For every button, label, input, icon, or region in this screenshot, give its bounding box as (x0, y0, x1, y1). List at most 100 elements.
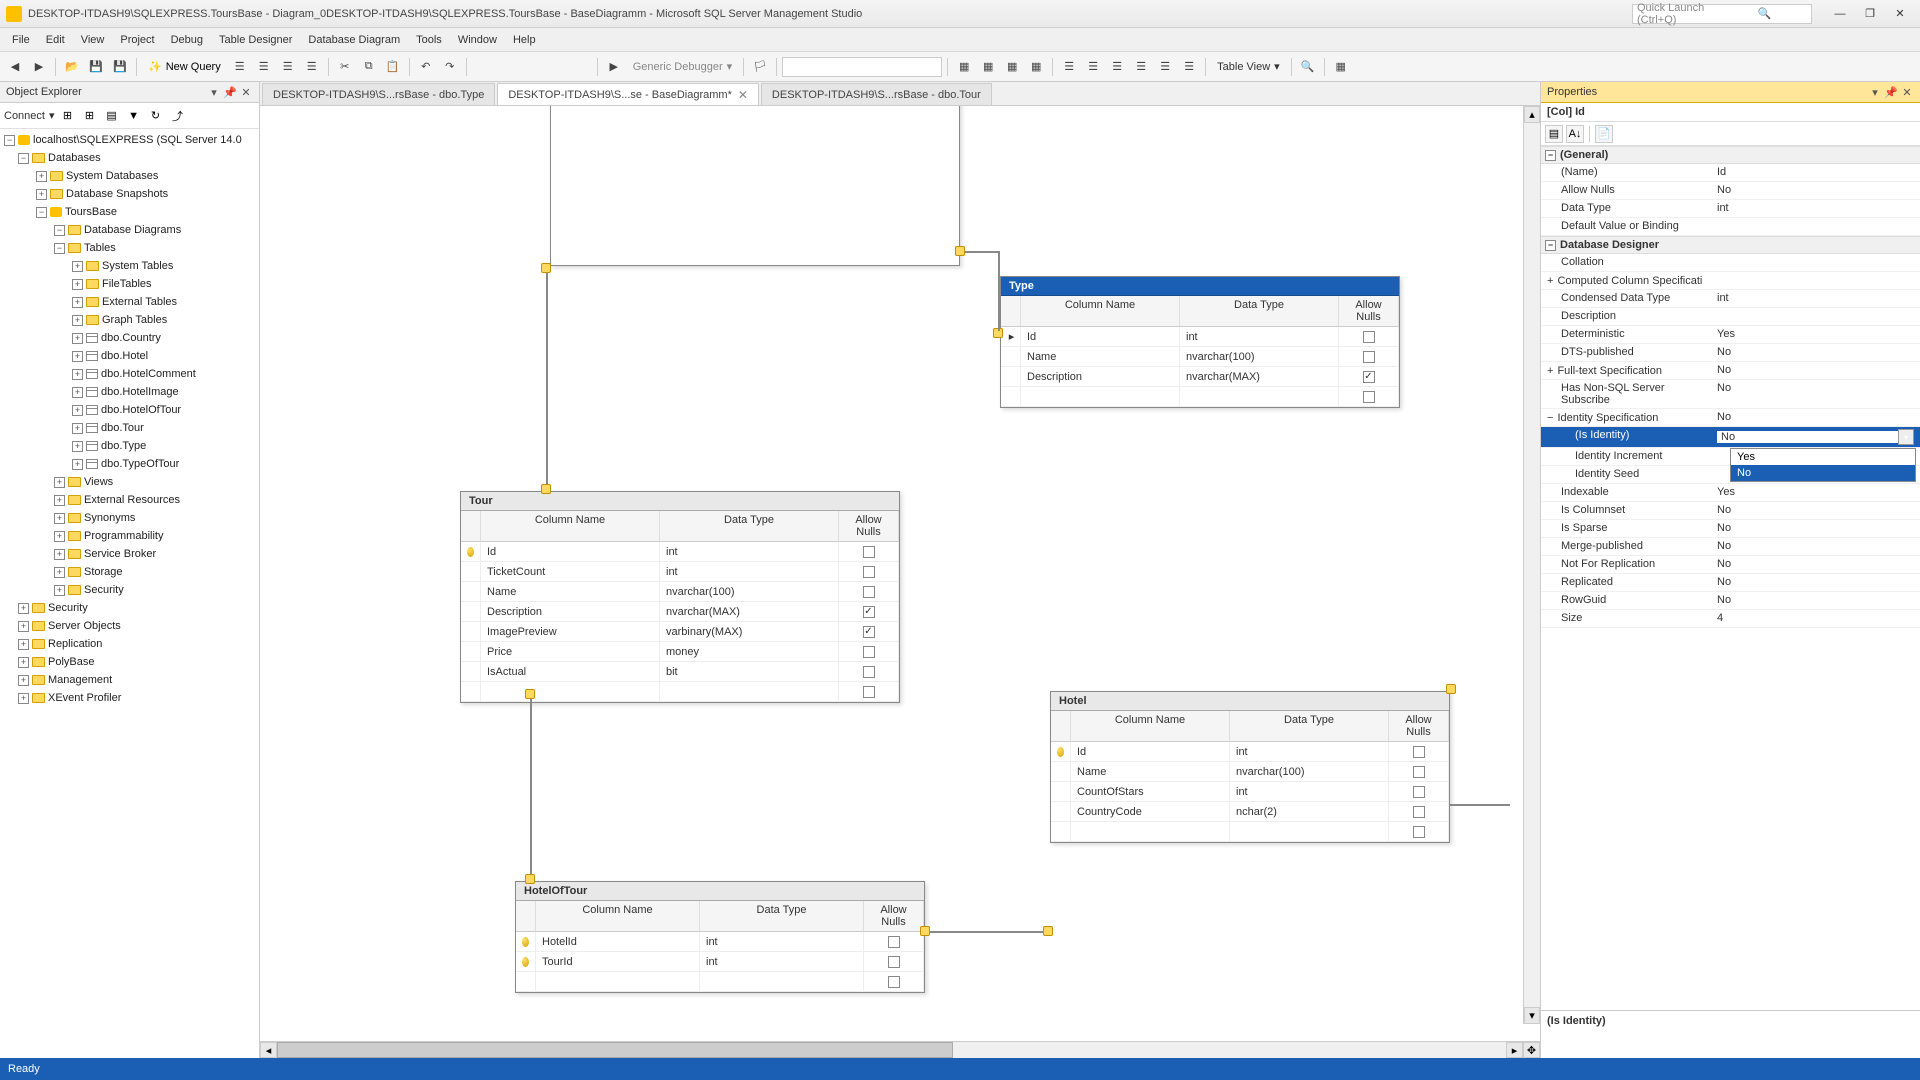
property-pages-button[interactable]: 📄 (1595, 125, 1613, 143)
panel-close-icon[interactable]: ✕ (1900, 85, 1914, 99)
tree-item[interactable]: +Replication (0, 635, 259, 653)
connect-tb-2[interactable]: ⊞ (81, 107, 99, 125)
property-row[interactable]: Allow NullsNo (1541, 182, 1920, 200)
document-tab[interactable]: DESKTOP-ITDASH9\S...rsBase - dbo.Tour (761, 83, 992, 105)
property-row[interactable]: Condensed Data Typeint (1541, 290, 1920, 308)
refresh-button[interactable]: ↻ (147, 107, 165, 125)
tree-item[interactable]: −Tables (0, 239, 259, 257)
panel-close-icon[interactable]: ✕ (239, 85, 253, 99)
cut-button[interactable]: ✂ (334, 56, 356, 78)
property-row[interactable]: +Full-text SpecificationNo (1541, 362, 1920, 380)
db-query-1-button[interactable]: ☰ (229, 56, 251, 78)
property-selector[interactable]: [Col] Id (1541, 103, 1920, 122)
menu-window[interactable]: Window (450, 31, 505, 49)
property-row[interactable]: ReplicatedNo (1541, 574, 1920, 592)
tree-item[interactable]: +dbo.Type (0, 437, 259, 455)
tree-item[interactable]: +Security (0, 581, 259, 599)
dropdown-option[interactable]: Yes (1731, 449, 1915, 465)
diagram-table-hotel[interactable]: HotelColumn NameData TypeAllow NullsIdin… (1050, 691, 1450, 843)
tree-item[interactable]: +External Tables (0, 293, 259, 311)
tree-item[interactable]: +Programmability (0, 527, 259, 545)
menu-project[interactable]: Project (112, 31, 162, 49)
diagram-vscroll[interactable]: ▴ ▾ (1523, 106, 1540, 1024)
tree-item[interactable]: +System Tables (0, 257, 259, 275)
layout-3-button[interactable]: ☰ (1106, 56, 1128, 78)
object-tree[interactable]: − localhost\SQLEXPRESS (SQL Server 14.0 … (0, 129, 259, 1058)
layout-4-button[interactable]: ☰ (1130, 56, 1152, 78)
diagram-table-hoteloftour[interactable]: HotelOfTourColumn NameData TypeAllow Nul… (515, 881, 925, 993)
property-row[interactable]: Is SparseNo (1541, 520, 1920, 538)
tree-item[interactable]: +dbo.HotelComment (0, 365, 259, 383)
tree-item[interactable]: +XEvent Profiler (0, 689, 259, 707)
save-all-button[interactable]: 💾 (109, 56, 131, 78)
property-row[interactable]: Not For ReplicationNo (1541, 556, 1920, 574)
tree-item[interactable]: +dbo.HotelImage (0, 383, 259, 401)
property-row[interactable]: Collation (1541, 254, 1920, 272)
tree-item[interactable]: +Views (0, 473, 259, 491)
alphabetical-button[interactable]: A↓ (1566, 125, 1584, 143)
layout-1-button[interactable]: ☰ (1058, 56, 1080, 78)
property-row[interactable]: Has Non-SQL Server SubscribeNo (1541, 380, 1920, 409)
pin-icon[interactable]: 📌 (1884, 85, 1898, 99)
new-query-button[interactable]: ✨ New Query (142, 56, 227, 78)
db-query-2-button[interactable]: ☰ (253, 56, 275, 78)
tool-1-button[interactable]: ▦ (953, 56, 975, 78)
minimize-button[interactable]: — (1826, 4, 1854, 24)
menu-debug[interactable]: Debug (163, 31, 211, 49)
property-category[interactable]: −(General) (1541, 146, 1920, 164)
tree-item[interactable]: +FileTables (0, 275, 259, 293)
property-row[interactable]: DeterministicYes (1541, 326, 1920, 344)
tree-item[interactable]: +External Resources (0, 491, 259, 509)
nav-fwd-button[interactable]: ▶ (28, 56, 50, 78)
connect-tb-4[interactable]: ⤴ (169, 107, 187, 125)
dropdown-icon[interactable]: ▾ (1868, 85, 1882, 99)
tab-close-icon[interactable]: ✕ (738, 88, 748, 102)
diagram-table-type[interactable]: TypeColumn NameData TypeAllow Nulls▸Idin… (1000, 276, 1400, 408)
tree-root[interactable]: − localhost\SQLEXPRESS (SQL Server 14.0 (0, 131, 259, 149)
dropdown-icon[interactable]: ▾ (207, 85, 221, 99)
filter-button[interactable]: ▼ (125, 107, 143, 125)
tree-item[interactable]: +Service Broker (0, 545, 259, 563)
tool-4-button[interactable]: ▦ (1025, 56, 1047, 78)
layout-5-button[interactable]: ☰ (1154, 56, 1176, 78)
debugger-select[interactable]: Generic Debugger▾ (627, 60, 738, 73)
save-button[interactable]: 💾 (85, 56, 107, 78)
tree-item[interactable]: +dbo.Country (0, 329, 259, 347)
undo-button[interactable]: ↶ (415, 56, 437, 78)
open-button[interactable]: 📂 (61, 56, 83, 78)
tree-item[interactable]: +Graph Tables (0, 311, 259, 329)
tool-2-button[interactable]: ▦ (977, 56, 999, 78)
property-row[interactable]: Data Typeint (1541, 200, 1920, 218)
tree-item[interactable]: −Databases (0, 149, 259, 167)
property-row[interactable]: DTS-publishedNo (1541, 344, 1920, 362)
pan-icon[interactable]: ✥ (1523, 1042, 1540, 1058)
property-row[interactable]: Default Value or Binding (1541, 218, 1920, 236)
tree-item[interactable]: +dbo.HotelOfTour (0, 401, 259, 419)
property-category[interactable]: −Database Designer (1541, 236, 1920, 254)
tree-item[interactable]: +Server Objects (0, 617, 259, 635)
layout-2-button[interactable]: ☰ (1082, 56, 1104, 78)
menu-database-diagram[interactable]: Database Diagram (300, 31, 408, 49)
property-row[interactable]: −Identity SpecificationNo (1541, 409, 1920, 427)
tree-item[interactable]: +dbo.Tour (0, 419, 259, 437)
document-tab[interactable]: DESKTOP-ITDASH9\S...rsBase - dbo.Type (262, 83, 495, 105)
property-row[interactable]: Merge-publishedNo (1541, 538, 1920, 556)
play-button[interactable]: ▶ (603, 56, 625, 78)
tree-item[interactable]: +Synonyms (0, 509, 259, 527)
pin-icon[interactable]: 📌 (223, 85, 237, 99)
property-row[interactable]: (Name)Id (1541, 164, 1920, 182)
connect-tb-1[interactable]: ⊞ (59, 107, 77, 125)
property-row[interactable]: RowGuidNo (1541, 592, 1920, 610)
diagram-table-partial[interactable] (550, 106, 960, 266)
copy-button[interactable]: ⧉ (358, 56, 380, 78)
connect-tb-3[interactable]: ▤ (103, 107, 121, 125)
flag-button[interactable]: 🏳 (749, 56, 771, 78)
connect-button[interactable]: Connect (4, 110, 45, 122)
tree-item[interactable]: +PolyBase (0, 653, 259, 671)
diagram-table-tour[interactable]: TourColumn NameData TypeAllow NullsIdint… (460, 491, 900, 703)
layout-6-button[interactable]: ☰ (1178, 56, 1200, 78)
document-tab[interactable]: DESKTOP-ITDASH9\S...se - BaseDiagramm*✕ (497, 83, 759, 105)
identity-dropdown[interactable]: YesNo (1730, 448, 1916, 482)
property-row[interactable]: IndexableYes (1541, 484, 1920, 502)
menu-edit[interactable]: Edit (38, 31, 73, 49)
